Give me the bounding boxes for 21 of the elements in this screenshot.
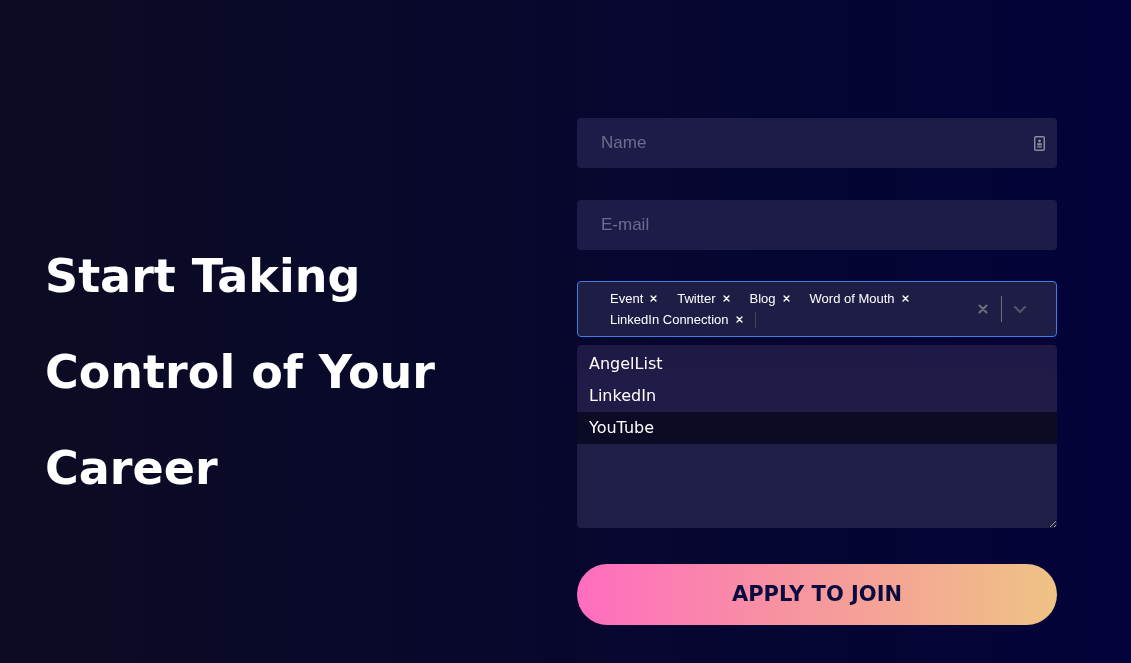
remove-tag-icon[interactable] — [722, 295, 730, 302]
menu-option[interactable]: YouTube — [577, 412, 1057, 444]
hero-heading: Start Taking Control of Your Career — [45, 247, 435, 497]
menu-option[interactable]: AngelList — [577, 348, 1057, 380]
apply-button[interactable]: APPLY TO JOIN — [577, 564, 1057, 625]
clear-icon[interactable] — [978, 304, 988, 314]
remove-tag-icon[interactable] — [735, 316, 743, 323]
menu-option[interactable]: LinkedIn — [577, 380, 1057, 412]
email-field[interactable]: E-mail — [577, 200, 1057, 250]
remove-tag-icon[interactable] — [782, 295, 790, 302]
tag-label: Twitter — [677, 290, 716, 307]
contact-card-icon — [1034, 136, 1045, 151]
remove-tag-icon[interactable] — [650, 295, 658, 302]
tag-label: Blog — [749, 290, 776, 307]
remove-tag-icon[interactable] — [901, 295, 909, 302]
tag-label: LinkedIn Connection — [610, 311, 729, 328]
source-multiselect[interactable]: Event Twitter Blog Word of Mouth LinkedIn Connection — [577, 281, 1057, 337]
tag-label: Event — [610, 290, 644, 307]
name-field[interactable]: Name — [577, 118, 1057, 168]
tag-input-field[interactable] — [754, 311, 758, 328]
tag-label: Word of Mouth — [809, 290, 895, 307]
